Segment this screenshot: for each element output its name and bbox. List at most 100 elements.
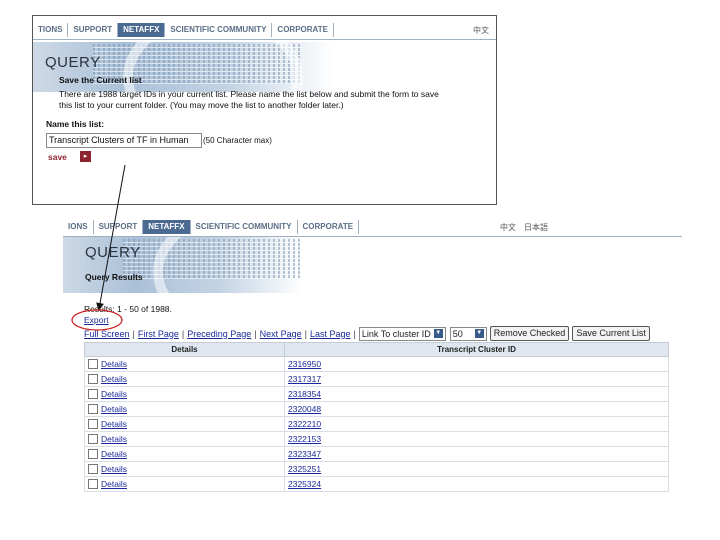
nav-item-support[interactable]: SUPPORT [68,23,119,37]
top-nav: IONS SUPPORT NETAFFX SCIENTIFIC COMMUNIT… [63,218,682,237]
export-label[interactable]: Export [84,315,109,325]
results-table: Details Transcript Cluster ID Details 231… [84,342,669,492]
results-count: Results: 1 - 50 of 1988. [84,304,172,314]
language-chinese[interactable]: 中文 [473,25,489,36]
save-arrow-icon[interactable]: ▸ [80,151,91,162]
table-row: Details 2317317 [84,371,669,387]
chevron-down-icon: ▼ [474,329,484,338]
table-row: Details 2322210 [84,416,669,432]
details-cell: Details [84,356,285,372]
name-label: Name this list: [46,119,105,129]
details-link[interactable]: Details [101,359,127,369]
details-link[interactable]: Details [101,374,127,384]
row-checkbox[interactable] [88,419,98,430]
page-size-value: 50 [452,328,463,339]
last-page-link[interactable]: Last Page [310,329,351,339]
section-heading: Save the Current list [59,75,142,85]
details-cell: Details [84,386,285,402]
cluster-id-cell: 2316950 [284,356,669,372]
page-size-select[interactable]: 50 ▼ [449,326,487,341]
column-header-cluster-id: Transcript Cluster ID [284,342,669,357]
language-japanese[interactable]: 日本語 [524,222,548,233]
cluster-id-link[interactable]: 2322153 [288,434,321,444]
cluster-id-link[interactable]: 2323347 [288,449,321,459]
table-row: Details 2323347 [84,446,669,462]
cluster-id-cell: 2322210 [284,416,669,432]
details-link[interactable]: Details [101,479,127,489]
cluster-id-link[interactable]: 2318354 [288,389,321,399]
top-nav: TIONS SUPPORT NETAFFX SCIENTIFIC COMMUNI… [33,21,496,40]
nav-item-solutions[interactable]: IONS [63,220,94,234]
table-row: Details 2325251 [84,461,669,477]
details-cell: Details [84,371,285,387]
details-link[interactable]: Details [101,464,127,474]
preceding-page-link[interactable]: Preceding Page [187,329,251,339]
row-checkbox[interactable] [88,434,98,445]
cluster-id-cell: 2322153 [284,431,669,447]
table-row: Details 2318354 [84,386,669,402]
save-label[interactable]: save [48,152,67,163]
cluster-id-cell: 2325324 [284,476,669,492]
details-link[interactable]: Details [101,434,127,444]
nav-item-corporate[interactable]: CORPORATE [298,220,360,234]
name-hint: (50 Character max) [203,136,272,145]
nav-item-netaffx[interactable]: NETAFFX [143,220,191,234]
description-line-1: There are 1988 target IDs in your curren… [59,89,439,99]
details-cell: Details [84,431,285,447]
cluster-id-cell: 2318354 [284,386,669,402]
nav-item-scientific-community[interactable]: SCIENTIFIC COMMUNITY [191,220,298,234]
row-checkbox[interactable] [88,389,98,400]
cluster-id-cell: 2325251 [284,461,669,477]
details-link[interactable]: Details [101,389,127,399]
next-page-link[interactable]: Next Page [260,329,302,339]
cluster-id-cell: 2317317 [284,371,669,387]
details-cell: Details [84,446,285,462]
query-results-panel: IONS SUPPORT NETAFFX SCIENTIFIC COMMUNIT… [63,213,682,498]
link-type-value: Link To cluster ID [361,328,431,339]
table-row: Details 2320048 [84,401,669,417]
cluster-id-link[interactable]: 2325324 [288,479,321,489]
nav-item-scientific-community[interactable]: SCIENTIFIC COMMUNITY [165,23,273,37]
cluster-id-link[interactable]: 2316950 [288,359,321,369]
details-link[interactable]: Details [101,419,127,429]
row-checkbox[interactable] [88,464,98,475]
details-link[interactable]: Details [101,404,127,414]
link-type-select[interactable]: Link To cluster ID ▼ [358,326,446,341]
cluster-id-link[interactable]: 2322210 [288,419,321,429]
row-checkbox[interactable] [88,449,98,460]
column-header-details: Details [84,342,285,357]
query-results-heading: Query Results [85,272,143,282]
nav-item-corporate[interactable]: CORPORATE [272,23,334,37]
table-row: Details 2325324 [84,476,669,492]
details-cell: Details [84,416,285,432]
chevron-down-icon: ▼ [433,329,443,338]
row-checkbox[interactable] [88,404,98,415]
row-checkbox[interactable] [88,359,98,370]
cluster-id-link[interactable]: 2325251 [288,464,321,474]
row-checkbox[interactable] [88,479,98,490]
results-toolbar: Full Screen | First Page | Preceding Pag… [84,326,650,341]
description-line-2: this list to your current folder. (You m… [59,100,344,110]
cluster-id-cell: 2323347 [284,446,669,462]
export-link[interactable]: Export [84,315,109,326]
nav-item-support[interactable]: SUPPORT [94,220,144,234]
details-link[interactable]: Details [101,449,127,459]
first-page-link[interactable]: First Page [138,329,179,339]
full-screen-link[interactable]: Full Screen [84,329,130,339]
cluster-id-link[interactable]: 2320048 [288,404,321,414]
list-name-input[interactable]: Transcript Clusters of TF in Human [46,133,202,148]
cluster-id-cell: 2320048 [284,401,669,417]
table-row: Details 2316950 [84,356,669,372]
remove-checked-button[interactable]: Remove Checked [489,326,570,341]
nav-item-solutions[interactable]: TIONS [33,23,69,37]
page-title: QUERY [45,54,101,71]
cluster-id-link[interactable]: 2317317 [288,374,321,384]
language-chinese[interactable]: 中文 [500,222,516,233]
save-current-list-button[interactable]: Save Current List [572,326,650,341]
nav-item-netaffx[interactable]: NETAFFX [118,23,166,37]
table-row: Details 2322153 [84,431,669,447]
page-title: QUERY [85,244,141,261]
details-cell: Details [84,461,285,477]
details-cell: Details [84,401,285,417]
row-checkbox[interactable] [88,374,98,385]
